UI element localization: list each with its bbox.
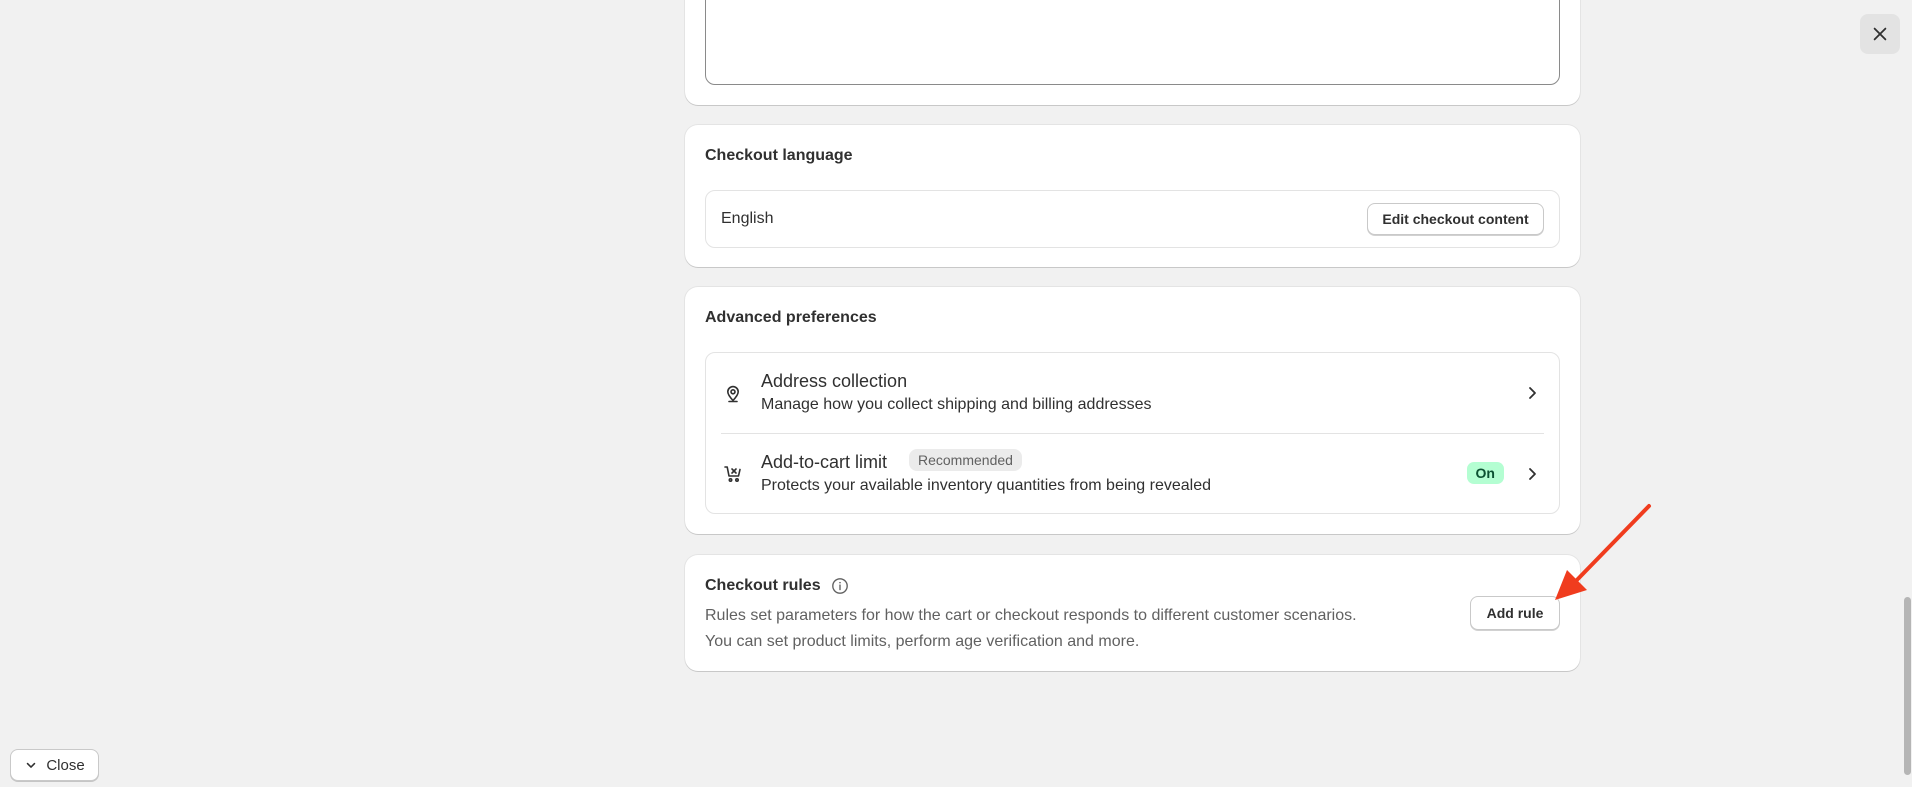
checkout-rules-description-line1: Rules set parameters for how the cart or…: [705, 607, 1357, 624]
advanced-preferences-title: Advanced preferences: [705, 309, 877, 326]
chevron-right-icon: [1529, 387, 1536, 399]
close-button-label: Close: [46, 756, 85, 774]
checkout-rules-title: Checkout rules: [705, 577, 821, 594]
advanced-preferences-card: Advanced preferences Address collection …: [685, 287, 1580, 534]
checkout-rules-description-line2: You can set product limits, perform age …: [705, 633, 1140, 650]
recommended-badge: Recommended: [909, 449, 1022, 471]
checkout-language-card: Checkout language English Edit checkout …: [685, 125, 1580, 267]
status-badge: On: [1466, 462, 1504, 484]
scrollbar-thumb[interactable]: [1904, 597, 1911, 775]
address-collection-row[interactable]: Address collection Manage how you collec…: [706, 353, 1559, 433]
checkout-language-value: English: [721, 210, 774, 227]
checkout-rules-description: Rules set parameters for how the cart or…: [705, 603, 1455, 655]
edit-checkout-content-button[interactable]: Edit checkout content: [1367, 203, 1544, 235]
close-button[interactable]: Close: [10, 749, 99, 781]
add-rule-button[interactable]: Add rule: [1470, 596, 1560, 630]
checkout-language-title: Checkout language: [705, 147, 853, 164]
cart-limit-icon: [724, 466, 741, 483]
scrollbar[interactable]: [1903, 0, 1912, 787]
close-modal-button[interactable]: [1860, 14, 1900, 54]
checkout-rules-header: Checkout rules: [705, 577, 849, 595]
notes-card: [685, 0, 1580, 105]
chevron-down-icon: [27, 762, 36, 768]
add-to-cart-limit-title: Add-to-cart limit: [761, 452, 888, 472]
advanced-preferences-list: Address collection Manage how you collec…: [705, 352, 1560, 514]
checkout-language-box: English Edit checkout content: [705, 190, 1560, 248]
add-to-cart-limit-description: Protects your available inventory quanti…: [761, 477, 1212, 494]
address-collection-title: Address collection: [761, 371, 908, 391]
info-icon[interactable]: [831, 577, 849, 595]
chevron-right-icon: [1529, 468, 1536, 480]
location-pin-icon: [726, 385, 740, 403]
address-collection-description: Manage how you collect shipping and bill…: [761, 396, 1152, 413]
close-icon: [1873, 27, 1887, 41]
checkout-rules-card: Checkout rules Rules set parameters for …: [685, 555, 1580, 671]
add-to-cart-limit-row[interactable]: Add-to-cart limit Recommended Protects y…: [706, 434, 1559, 514]
notes-textarea[interactable]: [705, 0, 1560, 85]
